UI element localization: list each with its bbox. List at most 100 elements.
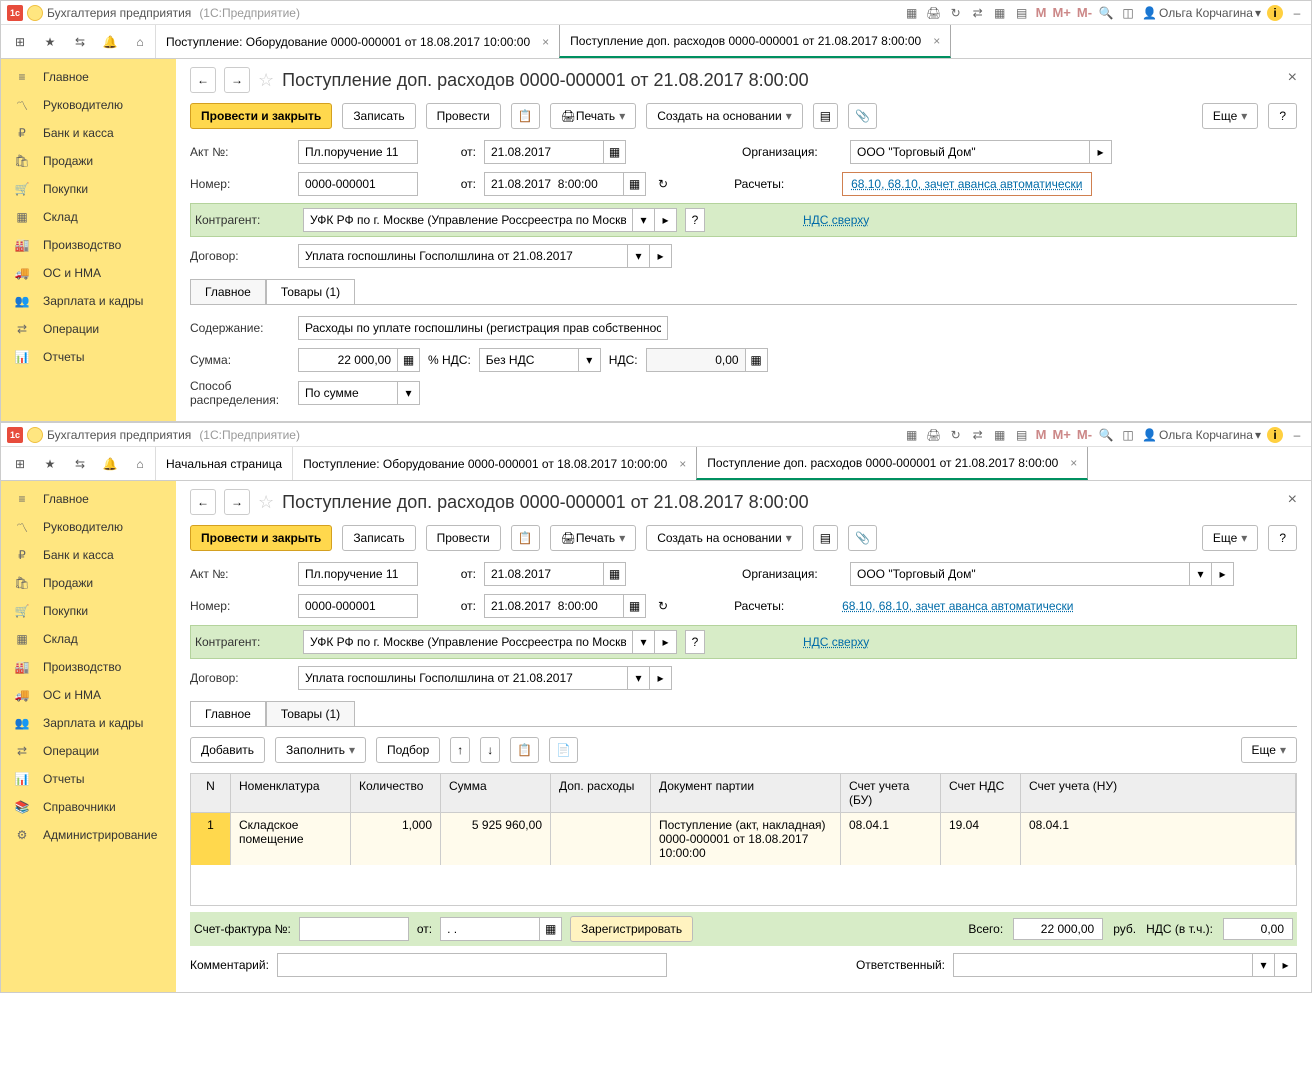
counterparty-input[interactable] xyxy=(303,208,633,232)
calc-icon[interactable]: ▤ xyxy=(1014,427,1030,443)
counterparty-input[interactable] xyxy=(303,630,633,654)
vat-link[interactable]: НДС сверху xyxy=(803,213,869,227)
print-button[interactable]: 🖨 Печать xyxy=(550,103,637,129)
dropdown-icon[interactable] xyxy=(27,5,43,21)
link-icon[interactable]: ⇆ xyxy=(65,449,95,479)
star-icon[interactable]: ★ xyxy=(35,27,65,57)
close-icon[interactable]: × xyxy=(1288,69,1297,87)
contract-input[interactable] xyxy=(298,244,628,268)
tab-receipt-addexp[interactable]: Поступление доп. расходов 0000-000001 от… xyxy=(559,25,951,58)
register-button[interactable]: Зарегистрировать xyxy=(570,916,693,942)
print-button[interactable]: 🖨 Печать xyxy=(550,525,637,551)
distrib-input[interactable] xyxy=(298,381,398,405)
create-basis-button[interactable]: Создать на основании xyxy=(646,103,803,129)
close-icon[interactable]: × xyxy=(1070,456,1077,470)
sidebar-item-purchases[interactable]: 🛒Покупки xyxy=(1,175,176,203)
sidebar-item-operations[interactable]: ⇄Операции xyxy=(1,737,176,765)
fill-button[interactable]: Заполнить xyxy=(275,737,366,763)
invoice-input[interactable] xyxy=(299,917,409,941)
star-icon[interactable]: ★ xyxy=(35,449,65,479)
sum-input[interactable] xyxy=(298,348,398,372)
calc-icon[interactable]: ▤ xyxy=(1014,5,1030,21)
tab-main[interactable]: Главное xyxy=(190,701,266,726)
add-button[interactable]: Добавить xyxy=(190,737,265,763)
comment-input[interactable] xyxy=(277,953,667,977)
open-icon[interactable]: ▸ xyxy=(655,630,677,654)
close-icon[interactable]: × xyxy=(933,34,940,48)
sidebar-item-admin[interactable]: ⚙Администрирование xyxy=(1,821,176,849)
table-row[interactable]: 1 Складское помещение 1,000 5 925 960,00… xyxy=(191,813,1296,865)
refresh-icon[interactable]: ↻ xyxy=(658,177,668,191)
grid-icon[interactable]: ▦ xyxy=(904,5,920,21)
dropdown-icon[interactable]: ▾ xyxy=(1190,562,1212,586)
close-icon[interactable]: × xyxy=(542,35,549,49)
akt-input[interactable] xyxy=(298,140,418,164)
link-icon[interactable]: ⇆ xyxy=(65,27,95,57)
bell-icon[interactable]: 🔔 xyxy=(95,449,125,479)
calc-icon[interactable]: ▦ xyxy=(746,348,768,372)
dropdown-icon[interactable]: ▾ xyxy=(1253,953,1275,977)
sidebar-item-directories[interactable]: 📚Справочники xyxy=(1,793,176,821)
calendar-icon[interactable]: ▦ xyxy=(624,172,646,196)
invoice-date-input[interactable] xyxy=(440,917,540,941)
minimize-icon[interactable]: – xyxy=(1289,5,1305,21)
calc-icon[interactable]: ▦ xyxy=(398,348,420,372)
favorite-icon[interactable]: ☆ xyxy=(258,492,274,513)
m-minus-icon[interactable]: M- xyxy=(1077,5,1092,20)
copy-icon[interactable]: 📋 xyxy=(510,737,539,763)
print-icon[interactable]: 🖨 xyxy=(926,5,942,21)
save-button[interactable]: Записать xyxy=(342,525,415,551)
dt-kt-icon[interactable]: 📋 xyxy=(511,525,540,551)
sidebar-item-manager[interactable]: 〽Руководителю xyxy=(1,513,176,541)
calendar-icon[interactable]: ▦ xyxy=(540,917,562,941)
tab-home[interactable]: Начальная страница xyxy=(155,447,292,480)
sidebar-item-main[interactable]: ≡Главное xyxy=(1,485,176,513)
sidebar-item-assets[interactable]: 🚚ОС и НМА xyxy=(1,259,176,287)
sidebar-item-operations[interactable]: ⇄Операции xyxy=(1,315,176,343)
m-plus-icon[interactable]: M+ xyxy=(1052,5,1070,20)
content-input[interactable] xyxy=(298,316,668,340)
sidebar-item-bank[interactable]: ₽Банк и касса xyxy=(1,541,176,569)
zoom-icon[interactable]: 🔍 xyxy=(1098,5,1114,21)
struct-icon[interactable]: ▤ xyxy=(813,525,838,551)
user-label[interactable]: 👤Ольга Корчагина ▾ xyxy=(1142,6,1261,20)
attach-icon[interactable]: 📎 xyxy=(848,525,877,551)
tab-receipt-equipment[interactable]: Поступление: Оборудование 0000-000001 от… xyxy=(155,25,559,58)
m-icon[interactable]: M xyxy=(1036,427,1047,442)
tab-goods[interactable]: Товары (1) xyxy=(266,701,355,726)
grid-menu-icon[interactable]: ⊞ xyxy=(5,449,35,479)
tab-goods[interactable]: Товары (1) xyxy=(266,279,355,304)
sidebar-item-sales[interactable]: 🛍Продажи xyxy=(1,569,176,597)
tab-receipt-equipment[interactable]: Поступление: Оборудование 0000-000001 от… xyxy=(292,447,696,480)
info-icon[interactable]: i xyxy=(1267,427,1283,443)
forward-button[interactable]: → xyxy=(224,489,250,515)
sidebar-item-sales[interactable]: 🛍Продажи xyxy=(1,147,176,175)
up-icon[interactable]: ↑ xyxy=(450,737,470,763)
sidebar-item-main[interactable]: ≡Главное xyxy=(1,63,176,91)
sidebar-item-warehouse[interactable]: ▦Склад xyxy=(1,625,176,653)
dt-kt-icon[interactable]: 📋 xyxy=(511,103,540,129)
dropdown-icon[interactable] xyxy=(27,427,43,443)
sidebar-item-manager[interactable]: 〽Руководителю xyxy=(1,91,176,119)
refresh-icon[interactable]: ↻ xyxy=(658,599,668,613)
number-input[interactable] xyxy=(298,172,418,196)
tab-main[interactable]: Главное xyxy=(190,279,266,304)
more-button[interactable]: Еще xyxy=(1202,103,1258,129)
sidebar-item-bank[interactable]: ₽Банк и касса xyxy=(1,119,176,147)
calendar-icon[interactable]: ▦ xyxy=(624,594,646,618)
responsible-input[interactable] xyxy=(953,953,1253,977)
info-icon[interactable]: i xyxy=(1267,5,1283,21)
more-button[interactable]: Еще xyxy=(1202,525,1258,551)
minimize-icon[interactable]: – xyxy=(1289,427,1305,443)
down-icon[interactable]: ↓ xyxy=(480,737,500,763)
number-date-input[interactable] xyxy=(484,594,624,618)
calendar-icon[interactable]: ▦ xyxy=(992,5,1008,21)
open-icon[interactable]: ▸ xyxy=(1212,562,1234,586)
post-button[interactable]: Провести xyxy=(426,103,501,129)
save-button[interactable]: Записать xyxy=(342,103,415,129)
back-button[interactable]: ← xyxy=(190,67,216,93)
grid-menu-icon[interactable]: ⊞ xyxy=(5,27,35,57)
calendar-icon[interactable]: ▦ xyxy=(992,427,1008,443)
vat-pct-input[interactable] xyxy=(479,348,579,372)
paste-icon[interactable]: 📄 xyxy=(549,737,578,763)
